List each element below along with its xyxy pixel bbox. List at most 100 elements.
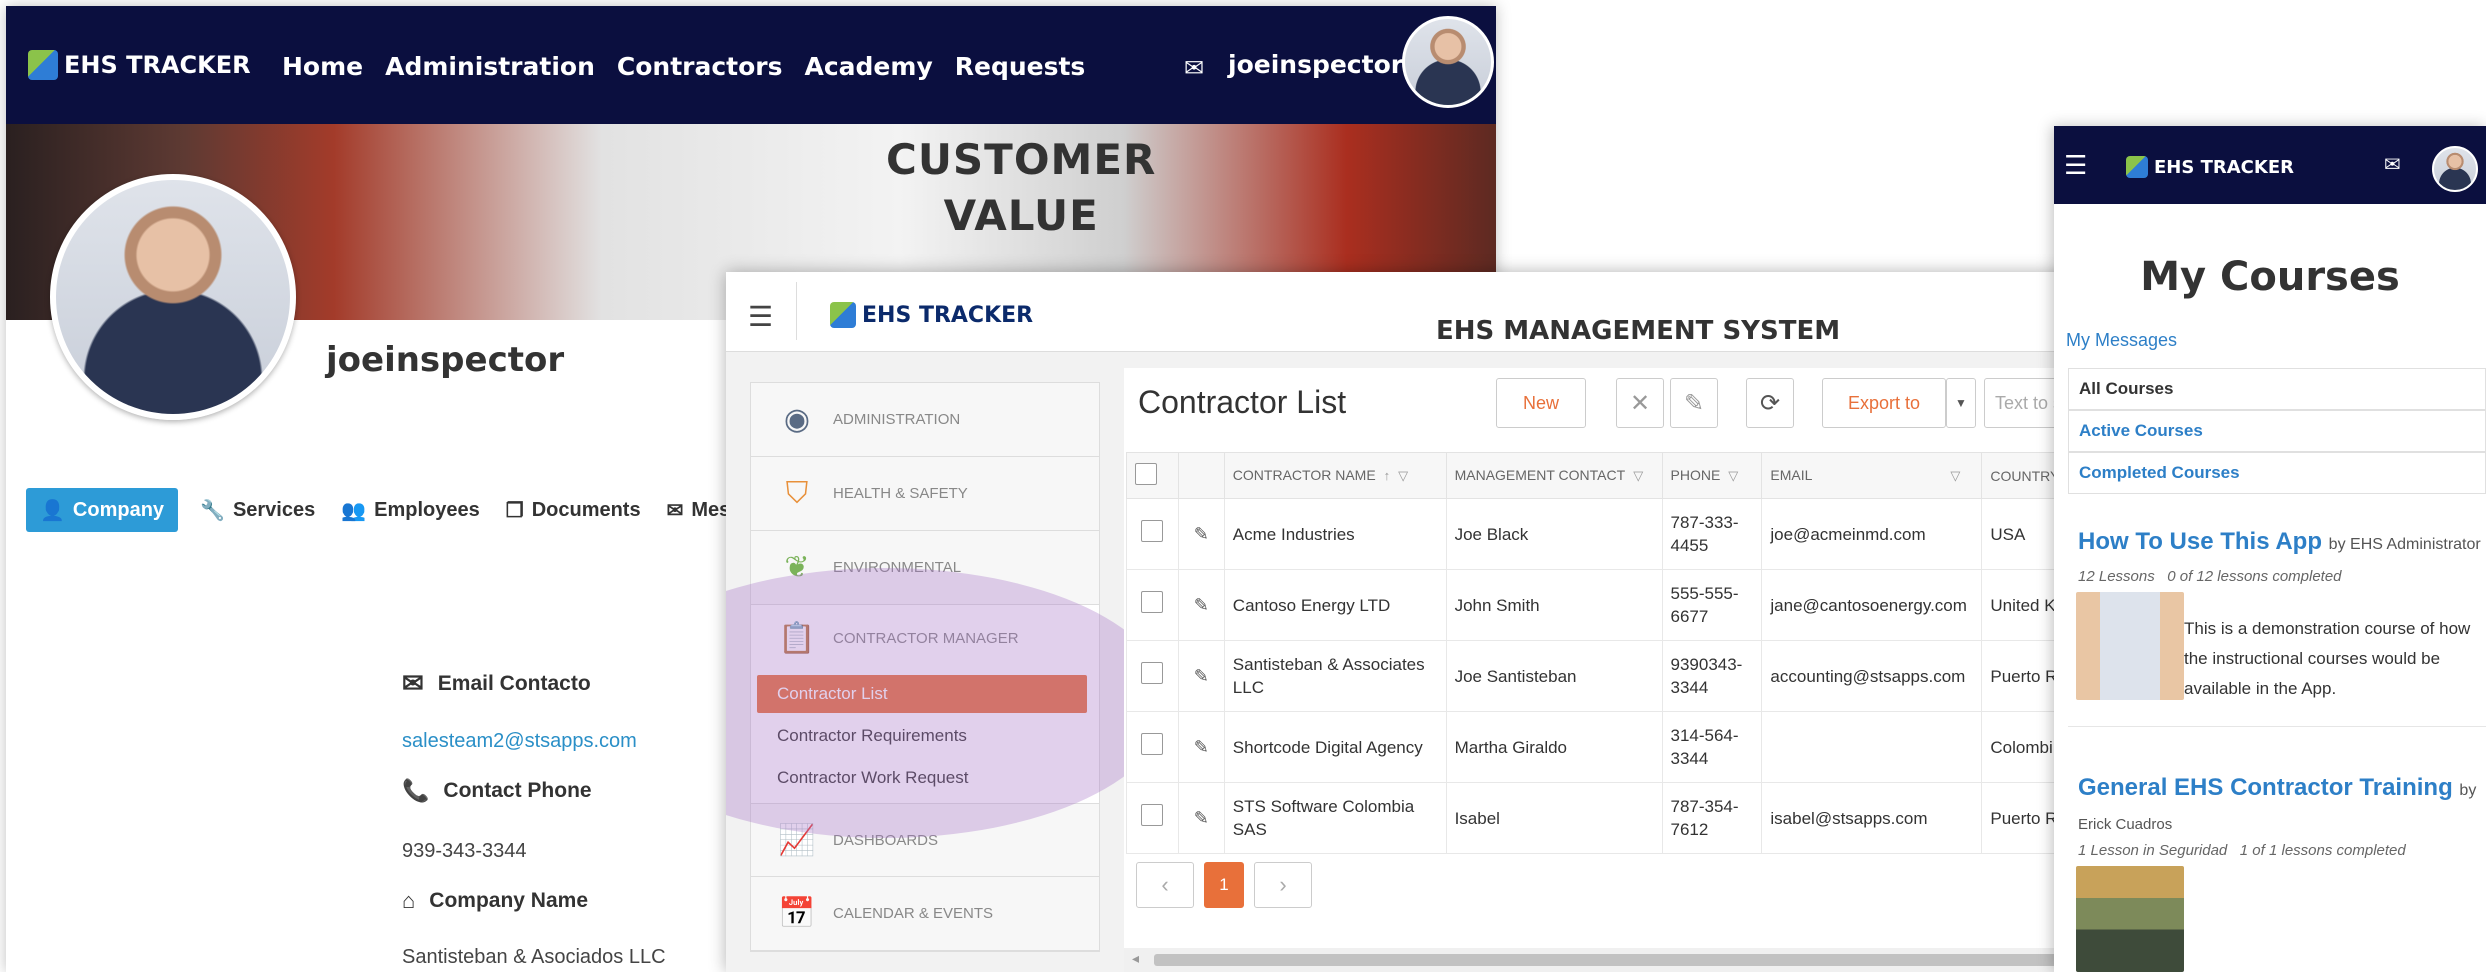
mail-icon[interactable]: ✉: [2384, 152, 2401, 177]
course-thumbnail[interactable]: [2076, 592, 2184, 700]
pencil-icon[interactable]: ✎: [1194, 808, 1209, 828]
column-contractor-name[interactable]: CONTRACTOR NAME ↑ ▽: [1223, 452, 1447, 499]
logo-mark-icon: [28, 50, 58, 80]
row-checkbox[interactable]: [1141, 591, 1164, 613]
tab-company[interactable]: 👤 Company: [26, 488, 179, 532]
table-row[interactable]: ✎ Santisteban & Associates LLC Joe Santi…: [1126, 640, 2106, 712]
scrollbar-thumb[interactable]: [1154, 954, 2106, 966]
row-edit-cell[interactable]: ✎: [1177, 711, 1225, 783]
row-select-cell[interactable]: [1126, 569, 1179, 641]
nav-contractors[interactable]: Contractors: [617, 52, 783, 81]
tab-documents[interactable]: ❐ Documents: [502, 488, 645, 532]
envelope-icon: ✉: [402, 668, 424, 698]
mail-icon[interactable]: ✉: [1184, 54, 1204, 83]
export-dropdown-button[interactable]: ▼: [1946, 378, 1976, 428]
my-messages-link[interactable]: My Messages: [2066, 330, 2177, 351]
email-value[interactable]: salesteam2@stsapps.com: [402, 730, 637, 753]
table-row[interactable]: ✎ Cantoso Energy LTD John Smith 555-555-…: [1126, 569, 2106, 641]
horizontal-scrollbar[interactable]: ◂: [1124, 948, 2106, 972]
new-button[interactable]: New: [1496, 378, 1586, 428]
tab-active-courses[interactable]: Active Courses: [2068, 410, 2486, 452]
ehs-tracker-logo[interactable]: EHS TRACKER: [28, 50, 251, 80]
ehs-tracker-logo[interactable]: EHS TRACKER: [2126, 156, 2294, 178]
column-phone[interactable]: PHONE ▽: [1661, 452, 1763, 499]
clear-selection-button[interactable]: ✕: [1616, 378, 1664, 428]
nav-home[interactable]: Home: [282, 52, 363, 81]
column-email[interactable]: EMAIL ▽: [1761, 452, 1983, 499]
pagination: ‹ 1 ›: [1136, 862, 1312, 908]
company-value: Santisteban & Asociados LLC: [402, 946, 666, 968]
pencil-icon[interactable]: ✎: [1194, 666, 1209, 686]
logo-mark-icon: [2126, 156, 2148, 178]
filter-icon[interactable]: ▽: [1633, 468, 1643, 483]
profile-username: joeinspector: [326, 340, 565, 380]
tab-services[interactable]: 🔧 Services: [196, 488, 319, 532]
user-menu[interactable]: joeinspector ⌄: [1228, 50, 1427, 79]
row-checkbox[interactable]: [1141, 733, 1164, 755]
tab-completed-courses[interactable]: Completed Courses: [2068, 452, 2486, 494]
course-author: by EHS Administrator: [2328, 536, 2481, 553]
course-title-link[interactable]: How To Use This App by EHS Administrator: [2078, 528, 2481, 556]
hamburger-menu-icon[interactable]: ☰: [748, 300, 773, 333]
select-all-checkbox[interactable]: [1135, 463, 1157, 485]
row-edit-cell[interactable]: ✎: [1177, 640, 1225, 712]
row-checkbox[interactable]: [1141, 662, 1164, 684]
course-title-link[interactable]: General EHS Contractor Training by: [2078, 774, 2476, 802]
row-checkbox[interactable]: [1141, 804, 1164, 826]
course-thumbnail[interactable]: [2076, 866, 2184, 972]
chevron-left-icon: ‹: [1161, 872, 1169, 897]
sidebar-item-label: CALENDAR & EVENTS: [833, 905, 994, 922]
tab-all-courses[interactable]: All Courses: [2068, 368, 2486, 410]
ehs-tracker-logo[interactable]: EHS TRACKER: [830, 302, 1033, 328]
nav-requests[interactable]: Requests: [955, 52, 1086, 81]
filter-icon[interactable]: ▽: [1728, 468, 1738, 483]
sidebar-item-label: ADMINISTRATION: [833, 411, 961, 428]
sidebar-item-health-safety[interactable]: ⛉ HEALTH & SAFETY: [751, 457, 1099, 531]
avatar[interactable]: [2432, 146, 2478, 192]
nav-administration[interactable]: Administration: [385, 52, 595, 81]
row-checkbox[interactable]: [1141, 520, 1164, 542]
cell-contractor-name: Santisteban & Associates LLC: [1223, 640, 1447, 712]
pencil-icon[interactable]: ✎: [1194, 737, 1209, 757]
table-row[interactable]: ✎ Shortcode Digital Agency Martha Girald…: [1126, 711, 2106, 783]
table-row[interactable]: ✎ STS Software Colombia SAS Isabel 787-3…: [1126, 782, 2106, 854]
row-select-cell[interactable]: [1126, 498, 1179, 570]
edit-button[interactable]: ✎: [1670, 378, 1718, 428]
page-number-button[interactable]: 1: [1204, 862, 1244, 908]
person-icon: 👤: [40, 499, 65, 522]
row-edit-cell[interactable]: ✎: [1177, 782, 1225, 854]
cell-contractor-name: Shortcode Digital Agency: [1223, 711, 1447, 783]
profile-tabs: 👤 Company 🔧 Services 👥 Employees ❐ Documents…: [26, 488, 757, 532]
column-management-contact[interactable]: MANAGEMENT CONTACT ▽: [1445, 452, 1663, 499]
filter-icon[interactable]: ▽: [1950, 468, 1960, 483]
filter-icon[interactable]: ▽: [1398, 468, 1408, 483]
row-edit-cell[interactable]: ✎: [1177, 498, 1225, 570]
cell-email: [1761, 711, 1983, 783]
select-all-header[interactable]: [1126, 452, 1179, 499]
scroll-left-icon[interactable]: ◂: [1132, 950, 1139, 967]
row-select-cell[interactable]: [1126, 711, 1179, 783]
hamburger-menu-icon[interactable]: ☰: [2064, 150, 2087, 181]
sidebar-item-calendar[interactable]: 📅 CALENDAR & EVENTS: [751, 877, 1099, 951]
row-select-cell[interactable]: [1126, 782, 1179, 854]
refresh-button[interactable]: ⟳: [1746, 378, 1794, 428]
sort-up-icon[interactable]: ↑: [1384, 468, 1391, 483]
ehs-management-window: ☰ EHS TRACKER EHS MANAGEMENT SYSTEM ◉ ADM…: [726, 272, 2106, 972]
logo-text: EHS TRACKER: [2154, 156, 2294, 178]
next-page-button[interactable]: ›: [1254, 862, 1312, 908]
caret-down-icon: ▼: [1955, 396, 1967, 410]
sidebar-item-administration[interactable]: ◉ ADMINISTRATION: [751, 383, 1099, 457]
pencil-icon[interactable]: ✎: [1194, 524, 1209, 544]
avatar[interactable]: [1402, 16, 1494, 108]
export-button[interactable]: Export to: [1822, 378, 1946, 428]
tab-employees[interactable]: 👥 Employees: [337, 488, 484, 532]
course-meta: 12 Lessons 0 of 12 lessons completed: [2078, 568, 2342, 585]
table-row[interactable]: ✎ Acme Industries Joe Black 787-333-4455…: [1126, 498, 2106, 570]
row-select-cell[interactable]: [1126, 640, 1179, 712]
pencil-icon: ✎: [1683, 389, 1705, 417]
pencil-icon[interactable]: ✎: [1194, 595, 1209, 615]
nav-academy[interactable]: Academy: [805, 52, 933, 81]
envelope-icon: ✉: [666, 499, 684, 522]
row-edit-cell[interactable]: ✎: [1177, 569, 1225, 641]
prev-page-button[interactable]: ‹: [1136, 862, 1194, 908]
